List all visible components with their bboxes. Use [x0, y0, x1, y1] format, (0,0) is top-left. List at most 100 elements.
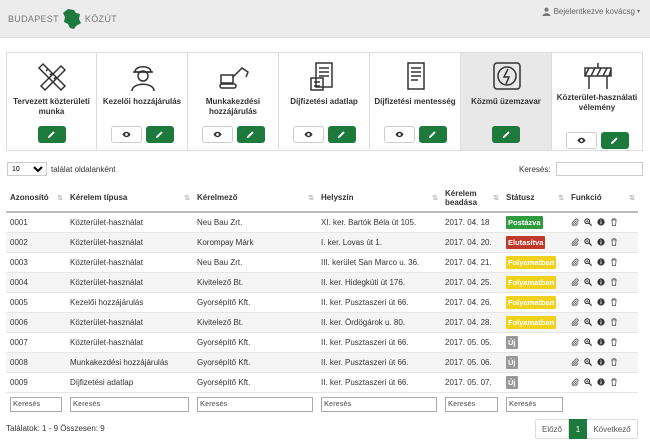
info-icon[interactable] — [597, 298, 605, 306]
zoom-icon[interactable] — [584, 298, 592, 306]
cell-id: 0006 — [6, 312, 66, 333]
attach-icon[interactable] — [571, 298, 579, 306]
table-row[interactable]: 0006 Közterület-használat Kivitelező Bt. II… — [6, 312, 638, 333]
attach-icon[interactable] — [571, 258, 579, 266]
info-icon[interactable] — [597, 278, 605, 286]
view-button[interactable] — [383, 126, 415, 143]
header-kerelem-tipusa[interactable]: Kérelem típusa ⇅ — [66, 184, 193, 213]
zoom-icon[interactable] — [584, 258, 592, 266]
trash-icon[interactable] — [610, 358, 618, 366]
attach-icon[interactable] — [571, 338, 579, 346]
trash-icon[interactable] — [610, 258, 618, 266]
view-button[interactable] — [565, 132, 597, 149]
header-label: Kérelmező — [197, 193, 238, 202]
zoom-icon[interactable] — [584, 218, 592, 227]
edit-button[interactable] — [37, 126, 66, 143]
search-input[interactable] — [555, 162, 643, 176]
view-button[interactable] — [292, 126, 324, 143]
electric-fault-icon — [493, 62, 521, 90]
table-row[interactable]: 0008 Munkakezdési hozzájárulás Gyorsépítő … — [6, 352, 638, 373]
header-statusz[interactable]: Státusz ⇅ — [502, 184, 567, 213]
header-helyszin[interactable]: Helyszín ⇅ — [317, 184, 441, 213]
page-1-button[interactable]: 1 — [569, 419, 587, 439]
pagination: Előző 1 Következő — [535, 419, 638, 439]
cell-date: 2017. 04. 18 — [441, 212, 502, 233]
edit-button[interactable] — [418, 126, 447, 143]
attach-icon[interactable] — [571, 358, 579, 366]
attach-icon[interactable] — [571, 378, 579, 386]
trash-icon[interactable] — [610, 278, 618, 286]
info-icon[interactable] — [597, 258, 605, 266]
attach-icon[interactable] — [571, 278, 579, 286]
cell-id: 0009 — [6, 372, 66, 393]
filter-kerelem-beadasa[interactable] — [445, 396, 498, 412]
table-row[interactable]: 0003 Közterület-használat Neu Bau Zrt. III.… — [6, 252, 638, 273]
cell-type: Közterület-használat — [66, 332, 193, 353]
table-row[interactable]: 0009 Díjfizetési adatlap Gyorsépítő Kft. II… — [6, 372, 638, 393]
edit-button[interactable] — [145, 126, 174, 143]
info-icon[interactable] — [597, 378, 605, 386]
card-tervezett-kozteruleti-munka: Tervezett közterületi munka — [6, 52, 97, 151]
table-row[interactable]: 0001 Közterület-használat Neu Bau Zrt. XI. … — [6, 212, 638, 233]
cell-location: II. ker. Pusztaszeri út 66. — [317, 332, 441, 353]
prev-page-button[interactable]: Előző — [535, 419, 569, 439]
pencil-icon — [155, 131, 163, 139]
zoom-icon[interactable] — [584, 278, 592, 286]
table-row[interactable]: 0004 Közterület-használat Kivitelező Bt. II… — [6, 272, 638, 293]
filter-statusz[interactable] — [506, 396, 563, 412]
cell-date: 2017. 04. 28. — [441, 312, 502, 333]
cell-date: 2017. 04. 20. — [441, 232, 502, 253]
cell-status: Új — [502, 332, 567, 353]
zoom-icon[interactable] — [584, 318, 592, 326]
info-icon[interactable] — [597, 218, 605, 226]
next-page-button[interactable]: Következő — [587, 419, 638, 439]
cell-status: Folyamatban — [502, 312, 567, 333]
status-badge: Új — [506, 355, 518, 369]
cell-date: 2017. 04. 26. — [441, 292, 502, 313]
trash-icon[interactable] — [610, 218, 618, 227]
cell-type: Közterület-használat — [66, 272, 193, 293]
view-button[interactable] — [201, 126, 233, 143]
table-row[interactable]: 0007 Közterület-használat Gyorsépítő Kft. I… — [6, 332, 638, 353]
zoom-icon[interactable] — [584, 338, 592, 346]
header-label: Kérelem beadása — [445, 188, 478, 207]
edit-button[interactable] — [492, 126, 520, 143]
user-menu[interactable]: Bejelentkezve kovácsg ▾ — [542, 7, 640, 16]
attach-icon[interactable] — [571, 318, 579, 326]
edit-button[interactable] — [600, 132, 629, 149]
budapest-kozut-logo[interactable]: BUDAPEST KÖZÚT — [8, 9, 117, 29]
attach-icon[interactable] — [571, 218, 579, 227]
attach-icon[interactable] — [571, 238, 579, 246]
filter-kerelem-tipusa[interactable] — [70, 396, 189, 412]
cell-id: 0002 — [6, 232, 66, 253]
info-icon[interactable] — [597, 358, 605, 366]
cell-applicant: Gyorsépítő Kft. — [193, 292, 317, 313]
header-kerelem-beadasa[interactable]: Kérelem beadása ⇅ — [441, 184, 502, 213]
trash-icon[interactable] — [610, 298, 618, 306]
edit-button[interactable] — [327, 126, 356, 143]
trash-icon[interactable] — [610, 318, 618, 326]
header-azonosito[interactable]: Azonosító ⇅ — [6, 184, 66, 213]
zoom-icon[interactable] — [584, 238, 592, 246]
edit-button[interactable] — [236, 126, 265, 143]
filter-kerelmezo[interactable] — [197, 396, 313, 412]
info-icon[interactable] — [597, 318, 605, 326]
zoom-icon[interactable] — [584, 378, 592, 386]
cell-status: Folyamatban — [502, 252, 567, 273]
view-button[interactable] — [110, 126, 142, 143]
trash-icon[interactable] — [610, 338, 618, 346]
page-length-select[interactable]: 10 — [7, 162, 47, 176]
info-icon[interactable] — [597, 238, 605, 246]
trash-icon[interactable] — [610, 238, 618, 246]
filter-azonosito[interactable] — [10, 396, 62, 412]
table-row[interactable]: 0002 Közterület-használat Korompay Márk I. … — [6, 232, 638, 253]
table-row[interactable]: 0005 Kezelői hozzájárulás Gyorsépítő Kft. I… — [6, 292, 638, 313]
header-kerelmezo[interactable]: Kérelmező ⇅ — [193, 184, 317, 213]
zoom-icon[interactable] — [584, 358, 592, 366]
filter-helyszin[interactable] — [321, 396, 437, 412]
trash-icon[interactable] — [610, 378, 618, 386]
cell-applicant: Korompay Márk — [193, 232, 317, 253]
cell-type: Közterület-használat — [66, 312, 193, 333]
cell-date: 2017. 05. 07. — [441, 372, 502, 393]
info-icon[interactable] — [597, 338, 605, 346]
